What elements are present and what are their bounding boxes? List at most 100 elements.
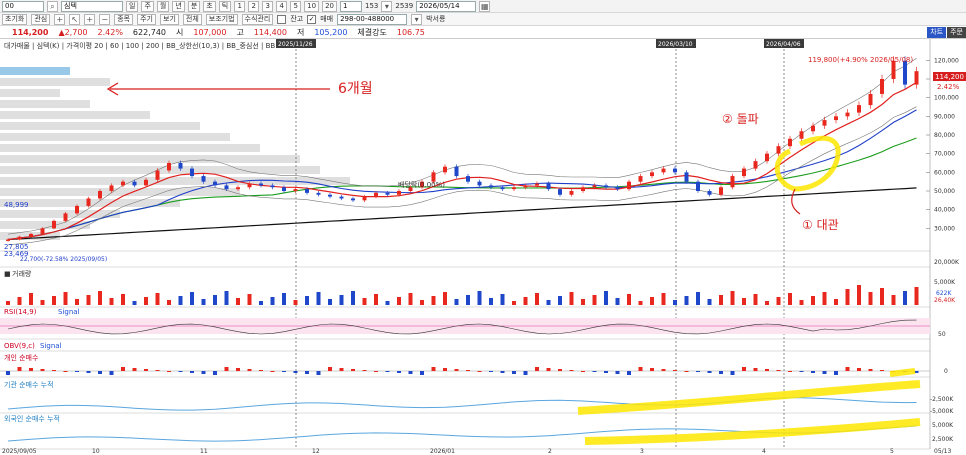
interval-4-button[interactable]: 4: [276, 0, 288, 12]
candle-body: [546, 183, 551, 190]
candle-body: [512, 187, 516, 190]
formula-manager-button[interactable]: 수식관리: [241, 13, 274, 25]
candle-body: [834, 116, 838, 121]
candle-body: [132, 181, 137, 186]
volume-bar: [155, 293, 160, 305]
low-annotation: 22,700(-72.58% 2025/09/05): [20, 256, 107, 263]
calendar-icon[interactable]: ▦: [479, 0, 491, 12]
chart-area[interactable]: 대가매물 | 심텍(K) | 가격이평 20 | 60 | 100 | 200 …: [0, 39, 966, 455]
individual-net-buy-bar: [351, 369, 355, 371]
individual-net-buy-bar: [788, 371, 792, 372]
watchlist-button[interactable]: 관심: [31, 13, 51, 25]
institution-highlight-stroke: [577, 380, 921, 415]
chevron-down-icon[interactable]: ▾: [411, 13, 423, 25]
foreign-axis-tick-1: 5,000K: [932, 422, 954, 429]
candle-body: [799, 131, 804, 139]
volume-bar: [569, 292, 574, 305]
individual-net-buy-bar: [40, 369, 45, 371]
period-tick-button[interactable]: 틱: [218, 0, 232, 12]
volume-bar: [144, 297, 148, 305]
secondary-toolbar: 초기화 관심 + ↖ + − 종목 주기 보기 전체 보조기법 수식관리 잔고 …: [0, 13, 966, 26]
individual-net-buy-bar: [477, 371, 482, 372]
stock-name-field[interactable]: 심텍: [61, 0, 123, 12]
account-select[interactable]: 298-00-488000: [337, 13, 408, 25]
candle-body: [40, 228, 45, 234]
order-button[interactable]: 주문: [947, 27, 966, 38]
volume-bar: [627, 294, 631, 305]
volume-bar: [454, 299, 459, 305]
interval-2-button[interactable]: 2: [248, 0, 260, 12]
add-period-button[interactable]: 주기: [137, 13, 156, 25]
trade-checkbox[interactable]: ✓: [307, 14, 317, 24]
period-year-button[interactable]: 년: [172, 0, 185, 12]
cursor-icon[interactable]: ↖: [69, 13, 81, 25]
individual-net-buy-bar: [489, 371, 493, 372]
individual-net-buy-bar: [339, 368, 344, 371]
add-stock-button[interactable]: 종목: [114, 13, 134, 25]
volume-bar: [719, 295, 723, 305]
search-icon[interactable]: ⌕: [47, 0, 58, 12]
indicator-settings-button[interactable]: 보조기법: [205, 13, 238, 25]
candle-body: [558, 189, 562, 195]
volume-bar: [857, 285, 861, 305]
interval-20-button[interactable]: 20: [322, 0, 338, 12]
obv-panel-label: OBV(9,c): [4, 342, 35, 350]
volume-profile-bar: [0, 67, 70, 75]
reset-button[interactable]: 초기화: [2, 13, 28, 25]
view-button[interactable]: 보기: [160, 13, 179, 25]
last-pct-tag-text: 2.42%: [937, 83, 960, 91]
period-week-button[interactable]: 주: [141, 0, 154, 12]
volume-bar: [316, 292, 321, 305]
volume-bar: [845, 289, 850, 305]
individual-net-buy-bar: [523, 371, 528, 375]
candle-body: [121, 181, 125, 186]
price-change-pct: 2.42%: [97, 28, 123, 37]
period-day-button[interactable]: 일: [126, 0, 139, 12]
individual-net-buy-bar: [753, 368, 758, 371]
interval-10-button[interactable]: 10: [304, 0, 320, 12]
chevron-down-icon[interactable]: ▾: [381, 0, 393, 12]
foreign-highlight-stroke: [584, 418, 921, 445]
interval-3-button[interactable]: 3: [262, 0, 274, 12]
individual-net-buy-bar: [155, 370, 160, 371]
individual-net-buy-bar: [213, 371, 217, 375]
rsi-panel-label: RSI(14,9): [4, 308, 37, 316]
period-month-button[interactable]: 월: [156, 0, 170, 12]
candle-body: [454, 166, 459, 177]
volume-bar: [903, 291, 907, 305]
crosshair-icon[interactable]: +: [54, 13, 66, 25]
interval-5-button[interactable]: 5: [290, 0, 302, 12]
price-axis-tick-label: 30,000: [934, 225, 955, 232]
individual-net-buy-bar: [328, 367, 332, 371]
interval-1-button[interactable]: 1: [234, 0, 246, 12]
period-minute-button[interactable]: 분: [187, 0, 201, 12]
rsi-panel: [0, 318, 930, 335]
price-axis-tick-label: 120,000: [934, 57, 959, 64]
time-axis-label: 10: [92, 448, 100, 455]
date-input[interactable]: 2026/05/14: [416, 0, 477, 12]
volume-profile-bar: [0, 89, 60, 97]
count-input[interactable]: 1: [340, 0, 363, 12]
candle-body: [178, 163, 183, 169]
candle-body: [788, 138, 792, 147]
volume-label-1: 622K: [936, 290, 952, 297]
stock-chart-svg[interactable]: 대가매물 | 심텍(K) | 가격이평 20 | 60 | 100 | 200 …: [0, 39, 966, 455]
balance-checkbox[interactable]: [277, 14, 287, 24]
plus-icon[interactable]: +: [84, 13, 96, 25]
candle-body: [109, 185, 114, 191]
all-button[interactable]: 전체: [182, 13, 202, 25]
chart-button[interactable]: 차트: [927, 27, 947, 38]
candle-body: [822, 120, 827, 126]
period-second-button[interactable]: 초: [203, 0, 216, 12]
stock-code-input[interactable]: 00: [2, 0, 44, 12]
current-price: 114,200: [12, 28, 49, 37]
candle-body: [811, 125, 815, 132]
volume-bar: [408, 293, 413, 305]
individual-net-buy-bar: [259, 370, 263, 371]
individual-net-buy-bar: [604, 371, 608, 373]
volume-bar: [98, 291, 102, 305]
minus-icon[interactable]: −: [99, 13, 111, 25]
candle-body: [190, 168, 194, 177]
individual-net-buy-bar: [581, 371, 585, 372]
candle-body: [247, 183, 252, 188]
